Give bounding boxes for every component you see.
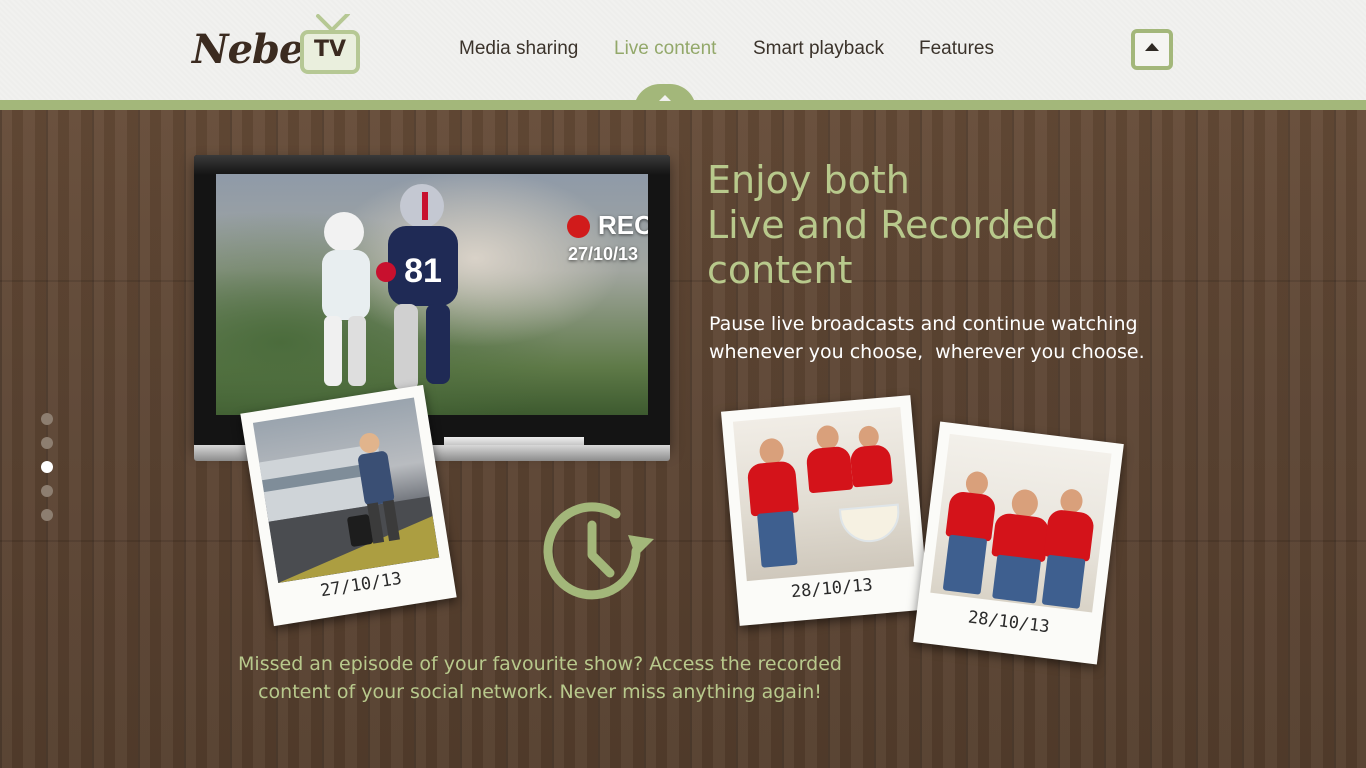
feature-description: Missed an episode of your favourite show… <box>200 650 880 706</box>
traveler-photo <box>252 397 440 583</box>
fan-jeans <box>1041 554 1086 609</box>
feature-description-line: Missed an episode of your favourite show… <box>238 653 842 675</box>
football-player-image: 81 <box>376 184 458 390</box>
tv-bezel: 81 REC 27/10/13 <box>194 155 670 447</box>
rec-label: REC <box>598 210 648 240</box>
nav-features[interactable]: Features <box>919 38 994 60</box>
slide-dot-2[interactable] <box>41 437 53 449</box>
fan-shirt <box>945 490 997 542</box>
hero-subtitle: Pause live broadcasts and continue watch… <box>709 310 1209 366</box>
tv-screen: 81 REC 27/10/13 <box>216 174 648 415</box>
nav-media-sharing[interactable]: Media sharing <box>459 38 578 60</box>
caret-up-icon <box>1145 43 1159 51</box>
fan-shirt <box>746 460 800 517</box>
slide-dot-1[interactable] <box>41 413 53 425</box>
nav-indicator-arrow-icon <box>659 95 671 101</box>
site-logo[interactable]: Nebel. TV <box>192 14 367 80</box>
scroll-to-top-button[interactable] <box>1131 29 1173 70</box>
fan-jeans <box>757 510 798 568</box>
polaroid-photo: 27/10/13 <box>240 384 457 627</box>
slide-pagination <box>41 413 53 525</box>
slide-dot-3[interactable] <box>41 461 53 473</box>
polaroid-photo: 28/10/13 <box>913 421 1124 665</box>
cheering-fans-photo <box>930 433 1112 613</box>
clock-replay-icon <box>543 502 654 600</box>
fan-jeans <box>992 554 1042 604</box>
hero-subtitle-line: whenever you choose, wherever you choose… <box>709 341 1145 363</box>
polaroid-photo: 28/10/13 <box>720 395 930 626</box>
slide-dot-5[interactable] <box>41 509 53 521</box>
jersey-number: 81 <box>404 252 442 290</box>
hero-title-line: content <box>707 248 853 292</box>
hero-title-line: Live and Recorded <box>707 203 1060 247</box>
nav-live-content[interactable]: Live content <box>614 38 716 60</box>
nav-smart-playback[interactable]: Smart playback <box>753 38 884 60</box>
popcorn-bowl-icon <box>838 503 902 545</box>
fan-shirt <box>849 444 893 488</box>
train-station-image <box>259 432 440 583</box>
hero-subtitle-line: Pause live broadcasts and continue watch… <box>709 313 1138 335</box>
fans-watching-photo <box>732 407 915 582</box>
feature-description-line: content of your social network. Never mi… <box>258 681 822 703</box>
recording-indicator-icon <box>567 215 590 238</box>
logo-tv-label: TV <box>313 37 347 62</box>
fan-jeans <box>942 534 988 595</box>
fan-shirt <box>805 445 854 494</box>
fan-shirt <box>1043 508 1096 562</box>
hero-title: Enjoy both Live and Recorded content <box>707 158 1167 293</box>
tv-bezel-highlight <box>194 155 670 175</box>
slide-dot-4[interactable] <box>41 485 53 497</box>
hero-title-line: Enjoy both <box>707 158 910 202</box>
rec-date: 27/10/13 <box>568 244 639 264</box>
logo-tv-badge: TV <box>300 30 360 74</box>
